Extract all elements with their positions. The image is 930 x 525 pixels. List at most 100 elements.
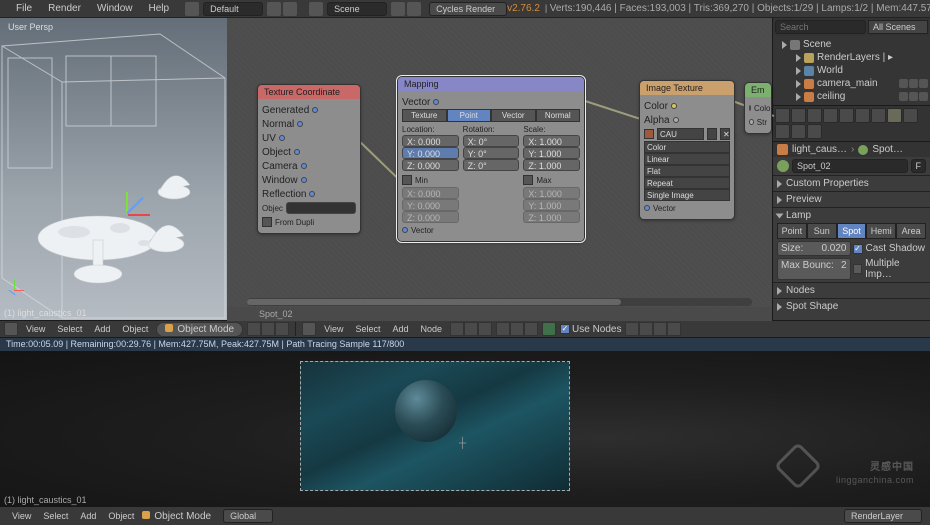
menu-object[interactable]: Object — [118, 324, 152, 334]
menu-help[interactable]: Help — [141, 3, 178, 14]
snap-icon[interactable] — [639, 322, 653, 336]
ne-menu-add[interactable]: Add — [388, 324, 412, 334]
mode-dropdown[interactable]: Object Mode — [156, 322, 243, 337]
3d-viewport[interactable]: User Persp (1) light_caustics_01 — [0, 18, 227, 320]
manipulator-gizmo[interactable] — [110, 196, 150, 236]
tab-normal[interactable]: Normal — [536, 109, 581, 122]
scene-name[interactable]: Scene — [327, 2, 387, 16]
breadcrumb-lamp[interactable]: Spot… — [872, 144, 903, 155]
lamp-icon[interactable] — [777, 160, 789, 172]
socket-generated[interactable]: Generated — [262, 105, 309, 116]
socket-uv[interactable]: UV — [262, 133, 276, 144]
mode-dropdown[interactable]: Object Mode — [142, 511, 211, 522]
copy-icon[interactable] — [653, 322, 667, 336]
loc-x[interactable]: X: 0.000 — [402, 135, 459, 147]
tex-tree-icon[interactable] — [478, 322, 492, 336]
rot-x[interactable]: X: 0° — [463, 135, 520, 147]
menu-render[interactable]: Render — [40, 3, 89, 14]
menu-object[interactable]: Object — [104, 511, 138, 521]
outliner-item[interactable]: ceiling — [775, 90, 928, 103]
tab-world-icon[interactable] — [823, 108, 838, 123]
projection[interactable]: Flat — [644, 165, 730, 177]
outliner-search[interactable] — [775, 20, 866, 34]
menu-select[interactable]: Select — [53, 324, 86, 334]
image-users[interactable] — [707, 128, 717, 140]
node-emission[interactable]: Em Colo Str — [744, 82, 772, 134]
tab-particles-icon[interactable] — [791, 124, 806, 139]
image-source[interactable]: Single Image — [644, 189, 730, 201]
scene-add-icon[interactable] — [391, 2, 405, 16]
object-shader-icon[interactable] — [496, 322, 510, 336]
image-icon[interactable] — [644, 129, 654, 139]
min-x[interactable]: X: 0.000 — [402, 187, 459, 199]
tab-scene-icon[interactable] — [807, 108, 822, 123]
menu-view[interactable]: View — [8, 511, 35, 521]
lamp-sun[interactable]: Sun — [807, 223, 837, 239]
socket-color-out[interactable]: Color — [644, 101, 668, 112]
tab-constraints-icon[interactable] — [855, 108, 870, 123]
socket-vector-out[interactable]: Vector — [402, 97, 430, 108]
lamp-point[interactable]: Point — [777, 223, 807, 239]
node-editor[interactable]: Texture Coordinate Generated Normal UV O… — [227, 18, 772, 320]
image-unlink[interactable]: ✕ — [720, 128, 730, 140]
paste-icon[interactable] — [667, 322, 681, 336]
ne-menu-select[interactable]: Select — [351, 324, 384, 334]
scene-del-icon[interactable] — [407, 2, 421, 16]
renderlayer-dropdown[interactable]: RenderLayer — [844, 509, 922, 523]
section-custom-properties[interactable]: Custom Properties — [777, 178, 926, 189]
outliner-item[interactable]: RenderLayers | ▸ — [775, 51, 928, 64]
lamp-shader-icon[interactable] — [524, 322, 538, 336]
menu-add[interactable]: Add — [76, 511, 100, 521]
section-preview[interactable]: Preview — [777, 194, 926, 205]
socket-window[interactable]: Window — [262, 175, 298, 186]
outliner-item[interactable]: camera_main — [775, 77, 928, 90]
min-check[interactable] — [402, 175, 412, 185]
lamp-hemi[interactable]: Hemi — [866, 223, 896, 239]
tab-point[interactable]: Point — [447, 109, 492, 122]
min-z[interactable]: Z: 0.000 — [402, 211, 459, 223]
max-y[interactable]: Y: 1.000 — [523, 199, 580, 211]
node-image-texture[interactable]: Image Texture Color Alpha CAU✕ Color Lin… — [639, 80, 735, 220]
section-spot-shape[interactable]: Spot Shape — [777, 301, 926, 312]
tab-object-icon[interactable] — [839, 108, 854, 123]
menu-file[interactable]: File — [8, 3, 40, 14]
section-nodes[interactable]: Nodes — [777, 285, 926, 296]
menu-view[interactable]: View — [22, 324, 49, 334]
object-field[interactable] — [286, 202, 356, 214]
max-bounces[interactable]: Max Bounc:2 — [777, 258, 851, 280]
menu-window[interactable]: Window — [89, 3, 141, 14]
backdrop-icon[interactable] — [625, 322, 639, 336]
colorspace[interactable]: Color — [644, 141, 730, 153]
layers-icon[interactable] — [275, 322, 289, 336]
tab-physics-icon[interactable] — [807, 124, 822, 139]
orientation[interactable]: Global — [223, 509, 273, 523]
scl-x[interactable]: X: 1.000 — [523, 135, 580, 147]
interpolation[interactable]: Linear — [644, 153, 730, 165]
socket-alpha-out[interactable]: Alpha — [644, 115, 670, 126]
rot-z[interactable]: Z: 0° — [463, 159, 520, 171]
node-mapping[interactable]: Mapping Vector Texture Point Vector Norm… — [397, 76, 585, 242]
shader-tree-icon[interactable] — [450, 322, 464, 336]
extension[interactable]: Repeat — [644, 177, 730, 189]
tab-layers-icon[interactable] — [791, 108, 806, 123]
rot-y[interactable]: Y: 0° — [463, 147, 520, 159]
tab-material-icon[interactable] — [903, 108, 918, 123]
outliner-item[interactable]: Scene — [775, 38, 928, 51]
socket-normal[interactable]: Normal — [262, 119, 294, 130]
lamp-area[interactable]: Area — [896, 223, 926, 239]
ne-menu-node[interactable]: Node — [417, 324, 447, 334]
editor-type-icon[interactable] — [4, 322, 18, 336]
min-y[interactable]: Y: 0.000 — [402, 199, 459, 211]
ne-menu-view[interactable]: View — [320, 324, 347, 334]
loc-y[interactable]: Y: 0.000 — [402, 147, 459, 159]
tab-data-icon[interactable] — [887, 108, 902, 123]
pin-tree-icon[interactable] — [542, 322, 556, 336]
image-name[interactable]: CAU — [657, 128, 704, 140]
layout-name[interactable]: Default — [203, 2, 263, 16]
pin-button[interactable]: F — [911, 159, 927, 173]
cast-shadow[interactable]: Cast Shadow — [853, 241, 927, 256]
lamp-spot[interactable]: Spot — [837, 223, 867, 239]
tab-render-icon[interactable] — [775, 108, 790, 123]
socket-camera[interactable]: Camera — [262, 161, 298, 172]
layout-del-icon[interactable] — [283, 2, 297, 16]
